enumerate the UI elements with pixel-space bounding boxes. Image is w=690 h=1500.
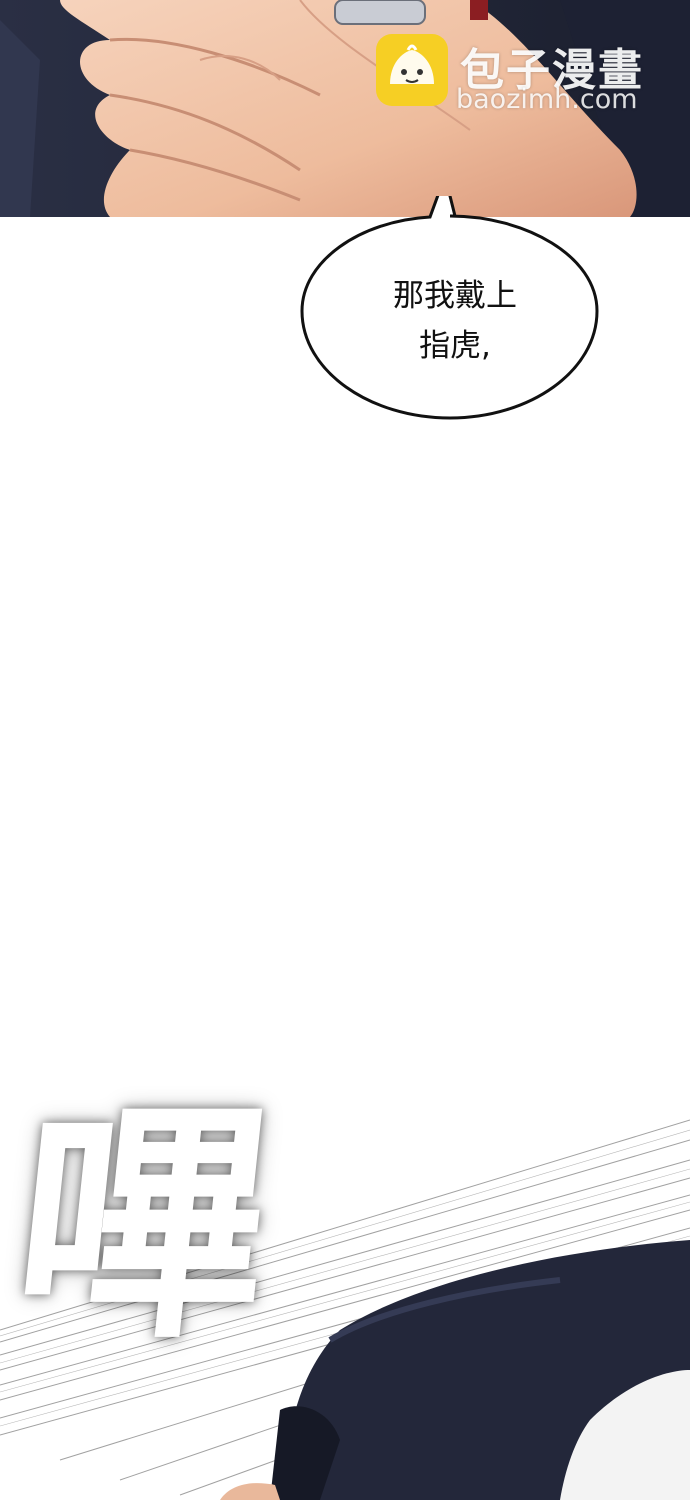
dialogue-line-2: 指虎,: [419, 328, 491, 364]
watermark-url: baozimh.com: [456, 84, 638, 115]
sound-effect: 嗶: [2, 1080, 284, 1372]
speech-bubble: 那我戴上 指虎,: [300, 196, 600, 426]
dialogue-line-1: 那我戴上: [393, 278, 517, 314]
panel-strike: 嗶: [0, 1080, 690, 1500]
steamed-bun-icon: [376, 34, 448, 106]
dialogue-text: 那我戴上 指虎,: [340, 271, 570, 371]
watermark: 包子漫畫 baozimh.com: [376, 34, 676, 124]
panel-hands-closeup: 包子漫畫 baozimh.com: [0, 0, 690, 217]
